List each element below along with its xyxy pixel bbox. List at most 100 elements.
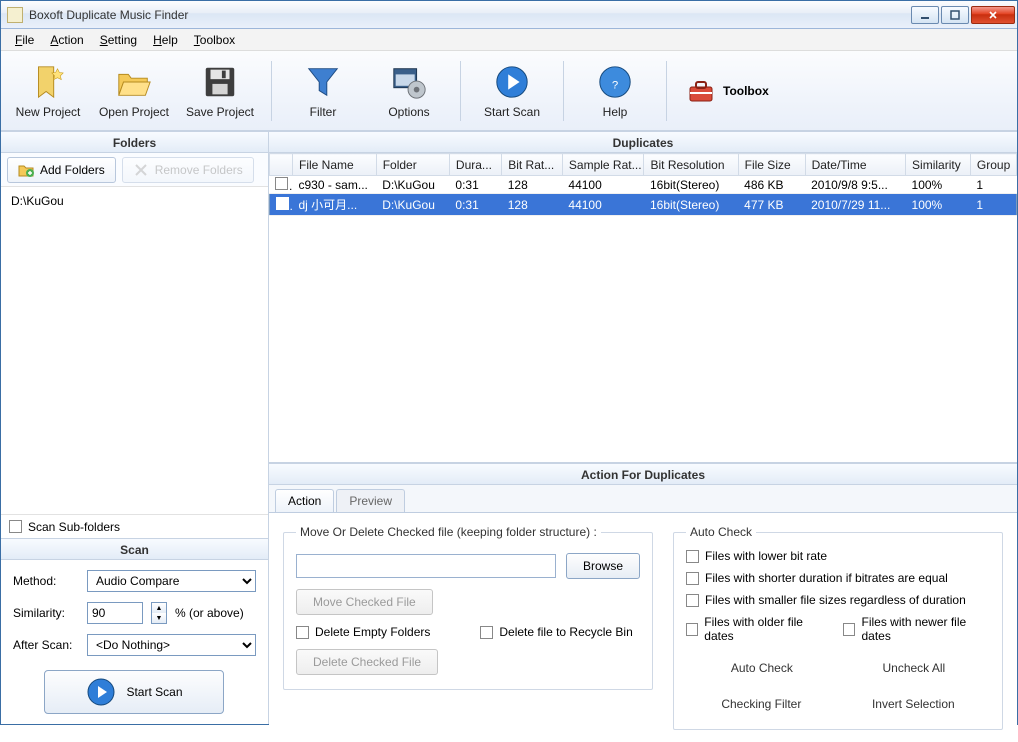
play-circle-icon [493, 63, 531, 101]
tab-action[interactable]: Action [275, 489, 334, 512]
table-cell: 477 KB [738, 194, 805, 216]
destination-input[interactable] [296, 554, 556, 578]
lower-bitrate-checkbox[interactable] [686, 550, 699, 563]
save-project-button[interactable]: Save Project [179, 56, 261, 126]
column-header[interactable]: File Size [738, 154, 805, 176]
folder-list[interactable]: D:\KuGou [1, 187, 268, 514]
filter-button[interactable]: Filter [282, 56, 364, 126]
column-header[interactable]: Bit Rat... [502, 154, 563, 176]
table-cell: 486 KB [738, 176, 805, 194]
new-project-button[interactable]: New Project [7, 56, 89, 126]
table-cell: 44100 [562, 194, 644, 216]
toolbar-separator [666, 61, 667, 121]
main-toolbar: New Project Open Project Save Project Fi… [1, 51, 1017, 131]
table-cell: 128 [502, 176, 563, 194]
table-cell: 44100 [562, 176, 644, 194]
options-label: Options [388, 105, 429, 119]
table-cell: 16bit(Stereo) [644, 194, 738, 216]
delete-checked-button[interactable]: Delete Checked File [296, 649, 438, 675]
save-project-label: Save Project [186, 105, 254, 119]
table-cell: 1 [970, 176, 1016, 194]
delete-empty-label: Delete Empty Folders [315, 625, 430, 639]
start-scan-label: Start Scan [126, 685, 182, 699]
shorter-duration-checkbox[interactable] [686, 572, 699, 585]
delete-empty-checkbox[interactable] [296, 626, 309, 639]
menu-file[interactable]: File [7, 31, 42, 49]
action-panel-title: Action For Duplicates [269, 463, 1017, 485]
folder-plus-icon [18, 162, 34, 178]
table-cell: c930 - sam... [293, 176, 377, 194]
menu-setting[interactable]: Setting [92, 31, 145, 49]
column-header[interactable]: Group [970, 154, 1016, 176]
toolbar-separator [460, 61, 461, 121]
start-scan-toolbar-label: Start Scan [484, 105, 540, 119]
maximize-button[interactable] [941, 6, 969, 24]
help-button[interactable]: ? Help [574, 56, 656, 126]
toolbar-separator [271, 61, 272, 121]
scan-subfolders-checkbox[interactable] [9, 520, 22, 533]
column-header[interactable] [269, 154, 292, 176]
column-header[interactable]: Folder [376, 154, 449, 176]
help-circle-icon: ? [596, 63, 634, 101]
table-cell: D:\KuGou [376, 194, 449, 216]
column-header[interactable]: File Name [293, 154, 377, 176]
column-header[interactable]: Similarity [906, 154, 971, 176]
column-header[interactable]: Bit Resolution [644, 154, 738, 176]
column-header[interactable]: Dura... [449, 154, 501, 176]
table-cell: dj 小可月... [293, 194, 377, 216]
toolbox-button[interactable]: Toolbox [687, 77, 769, 105]
menu-action[interactable]: Action [42, 31, 91, 49]
add-folders-button[interactable]: Add Folders [7, 157, 116, 183]
window-titlebar: Boxoft Duplicate Music Finder [1, 1, 1017, 29]
start-scan-button[interactable]: Start Scan [44, 670, 224, 714]
uncheck-all-button[interactable]: Uncheck All [880, 657, 947, 679]
table-cell: D:\KuGou [376, 176, 449, 194]
newer-dates-label: Files with newer file dates [861, 615, 990, 643]
similarity-spinner[interactable]: ▲▼ [151, 602, 167, 624]
minimize-button[interactable] [911, 6, 939, 24]
tab-preview[interactable]: Preview [336, 489, 405, 512]
row-checkbox[interactable] [275, 177, 288, 190]
smaller-size-checkbox[interactable] [686, 594, 699, 607]
start-scan-toolbar-button[interactable]: Start Scan [471, 56, 553, 126]
newer-dates-checkbox[interactable] [843, 623, 855, 636]
remove-folders-button[interactable]: Remove Folders [122, 157, 254, 183]
move-delete-legend: Move Or Delete Checked file (keeping fol… [296, 525, 601, 539]
new-project-label: New Project [16, 105, 81, 119]
browse-button[interactable]: Browse [566, 553, 640, 579]
similarity-input[interactable] [87, 602, 143, 624]
smaller-size-label: Files with smaller file sizes regardless… [705, 593, 966, 607]
table-cell: 2010/7/29 11... [805, 194, 905, 216]
menu-help[interactable]: Help [145, 31, 186, 49]
toolbox-label: Toolbox [723, 84, 769, 98]
auto-check-button[interactable]: Auto Check [729, 657, 795, 679]
older-dates-label: Files with older file dates [704, 615, 827, 643]
scan-panel-title: Scan [1, 538, 268, 560]
close-button[interactable] [971, 6, 1015, 24]
delete-recycle-checkbox[interactable] [480, 626, 493, 639]
table-row[interactable]: c930 - sam...D:\KuGou0:311284410016bit(S… [269, 176, 1016, 194]
after-scan-select[interactable]: <Do Nothing> [87, 634, 256, 656]
options-button[interactable]: Options [368, 56, 450, 126]
older-dates-checkbox[interactable] [686, 623, 698, 636]
folder-list-item[interactable]: D:\KuGou [9, 193, 260, 209]
method-select[interactable]: Audio Compare [87, 570, 256, 592]
invert-selection-button[interactable]: Invert Selection [870, 693, 957, 715]
add-folders-label: Add Folders [40, 163, 105, 177]
method-label: Method: [13, 574, 79, 588]
open-project-button[interactable]: Open Project [93, 56, 175, 126]
move-checked-button[interactable]: Move Checked File [296, 589, 433, 615]
table-cell: 1 [970, 194, 1016, 216]
table-cell: 100% [906, 176, 971, 194]
menu-toolbox[interactable]: Toolbox [186, 31, 243, 49]
column-header[interactable]: Sample Rat... [562, 154, 644, 176]
table-cell: 0:31 [449, 176, 501, 194]
checking-filter-button[interactable]: Checking Filter [719, 693, 803, 715]
duplicates-table[interactable]: File NameFolderDura...Bit Rat...Sample R… [269, 153, 1017, 216]
row-checkbox[interactable] [276, 197, 289, 210]
column-header[interactable]: Date/Time [805, 154, 905, 176]
table-cell: 2010/9/8 9:5... [805, 176, 905, 194]
table-row[interactable]: dj 小可月...D:\KuGou0:311284410016bit(Stere… [269, 194, 1016, 216]
lower-bitrate-label: Files with lower bit rate [705, 549, 827, 563]
shorter-duration-label: Files with shorter duration if bitrates … [705, 571, 948, 585]
